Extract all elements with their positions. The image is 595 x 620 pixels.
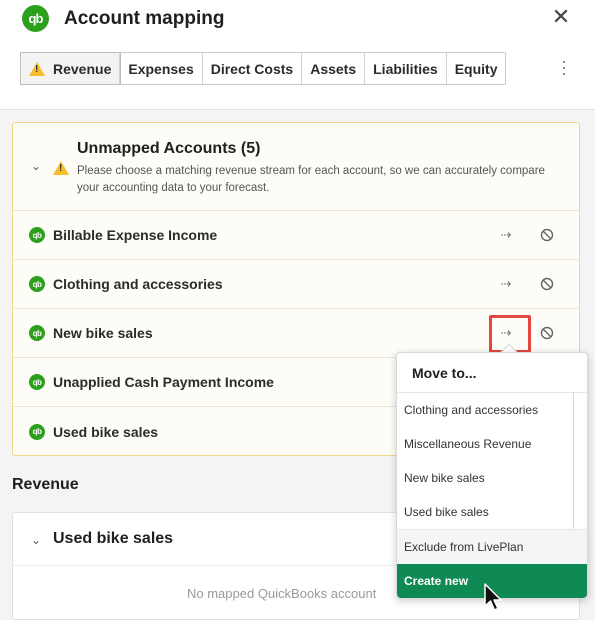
quickbooks-logo-icon: qb: [29, 374, 45, 390]
mouse-cursor-icon: [484, 583, 502, 611]
tab-label: Equity: [454, 60, 498, 77]
category-tabs: Revenue Expenses Direct Costs Assets Lia…: [19, 52, 507, 85]
account-row: qb New bike sales ⇢: [13, 309, 579, 358]
chevron-down-icon[interactable]: ⌄: [31, 159, 41, 173]
kebab-menu-icon[interactable]: · · ·: [560, 52, 568, 82]
quickbooks-logo-icon: qb: [29, 325, 45, 341]
tab-equity[interactable]: Equity: [447, 53, 506, 84]
page-title: Account mapping: [64, 8, 225, 29]
menu-item[interactable]: Used bike sales: [397, 495, 587, 529]
warning-icon: [29, 61, 45, 76]
scrollbar[interactable]: [573, 393, 574, 529]
quickbooks-logo-icon: qb: [29, 276, 45, 292]
account-name: Unapplied Cash Payment Income: [53, 374, 274, 390]
unmapped-description: Please choose a matching revenue stream …: [77, 165, 545, 194]
move-icon[interactable]: ⇢: [499, 228, 513, 242]
menu-title: Move to...: [397, 353, 587, 393]
menu-item[interactable]: New bike sales: [397, 461, 587, 495]
move-icon[interactable]: ⇢: [499, 326, 513, 340]
account-row: qb Clothing and accessories ⇢: [13, 260, 579, 309]
tab-label: Assets: [310, 60, 357, 77]
menu-item[interactable]: Clothing and accessories: [397, 393, 587, 427]
menu-options: Clothing and accessories Miscellaneous R…: [397, 393, 587, 529]
revenue-section-title: Revenue: [12, 476, 79, 493]
close-icon[interactable]: ✕: [550, 6, 572, 28]
tab-liabilities[interactable]: Liabilities: [365, 53, 447, 84]
account-name: Clothing and accessories: [53, 276, 223, 292]
tab-label: Liabilities: [373, 60, 438, 77]
ban-icon[interactable]: [540, 326, 554, 340]
quickbooks-logo-icon: qb: [29, 227, 45, 243]
chevron-down-icon[interactable]: ⌄: [31, 533, 41, 547]
quickbooks-logo-icon: qb: [29, 423, 45, 440]
unmapped-title: Unmapped Accounts (5): [77, 140, 261, 157]
account-row: qb Billable Expense Income ⇢: [13, 211, 579, 260]
warning-icon: [53, 161, 69, 175]
tab-expenses[interactable]: Expenses: [120, 53, 203, 84]
empty-state-text: No mapped QuickBooks account: [187, 586, 377, 601]
menu-item[interactable]: Miscellaneous Revenue: [397, 427, 587, 461]
move-to-menu: Move to... Clothing and accessories Misc…: [396, 352, 588, 599]
tab-direct-costs[interactable]: Direct Costs: [203, 53, 303, 84]
tab-label: Revenue: [53, 60, 112, 77]
account-name: Used bike sales: [53, 423, 159, 440]
revenue-stream-title: Used bike sales: [53, 530, 174, 547]
tab-assets[interactable]: Assets: [302, 53, 366, 84]
quickbooks-logo-icon: qb: [22, 5, 49, 32]
tab-label: Expenses: [128, 60, 194, 77]
exclude-button[interactable]: Exclude from LivePlan: [397, 529, 587, 564]
ban-icon[interactable]: [540, 277, 554, 291]
tab-revenue[interactable]: Revenue: [19, 52, 122, 85]
move-icon[interactable]: ⇢: [499, 277, 513, 291]
ban-icon[interactable]: [540, 228, 554, 242]
unmapped-header: ⌄ Unmapped Accounts (5) Please choose a …: [13, 123, 579, 211]
header: qb Account mapping ✕ Revenue Expenses Di…: [0, 0, 595, 110]
tab-label: Direct Costs: [210, 60, 294, 77]
account-name: Billable Expense Income: [53, 227, 218, 243]
account-name: New bike sales: [53, 325, 153, 341]
